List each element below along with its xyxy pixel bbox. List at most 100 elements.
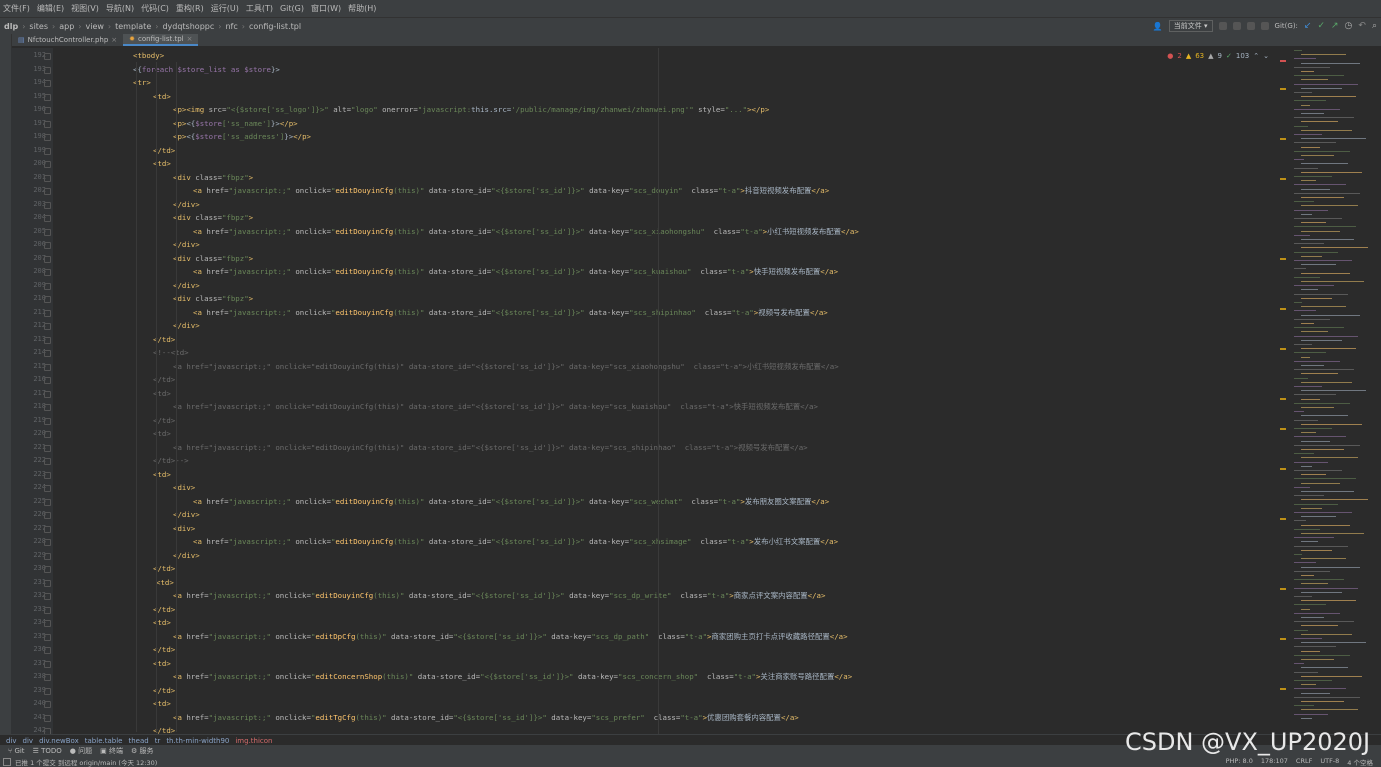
line-number[interactable]: 195 [22,90,46,104]
fold-marker-icon[interactable] [44,134,51,141]
code-line[interactable]: <a href="javascript:;" onclick="editDouy… [193,184,829,198]
code-line[interactable]: <div class="fbpz"> [173,171,253,185]
line-number[interactable]: 212 [22,319,46,333]
coverage-icon[interactable] [1246,22,1255,30]
code-line[interactable]: <a href="javascript:;" onclick="editDouy… [173,360,839,374]
line-number[interactable]: 235 [22,630,46,644]
code-line[interactable]: <div class="fbpz"> [173,292,253,306]
code-line[interactable]: </div> [173,549,200,563]
fold-marker-icon[interactable] [44,390,51,398]
line-number[interactable]: 229 [22,549,46,563]
code-line[interactable]: </div> [173,198,200,212]
menu-item[interactable]: 运行(U) [211,3,239,14]
code-line[interactable]: <a href="javascript:;" onclick="editDouy… [193,535,838,549]
element-path-item[interactable]: thead [128,737,148,745]
fold-marker-icon[interactable] [44,714,51,722]
element-path-item[interactable]: table.table [85,737,123,745]
element-path-item[interactable]: div [23,737,34,745]
line-number[interactable]: 209 [22,279,46,293]
breadcrumb-item[interactable]: nfc [225,22,237,31]
fold-marker-icon[interactable] [44,242,51,249]
fold-marker-icon[interactable] [44,647,51,654]
code-line[interactable]: <a href="javascript:;" onclick="editDouy… [193,265,838,279]
code-line[interactable]: <p><img src="<{$store['ss_logo']}>" alt=… [173,103,769,117]
stripe-marker[interactable] [1280,60,1286,62]
stripe-marker[interactable] [1280,688,1286,690]
code-line[interactable]: <td> [156,576,174,590]
stripe-marker[interactable] [1280,348,1286,350]
fold-marker-icon[interactable] [44,336,51,344]
breadcrumb-item[interactable]: app [59,22,74,31]
fold-marker-icon[interactable] [44,215,51,222]
code-line[interactable]: <a href="javascript:;" onclick="editDouy… [193,225,859,239]
breadcrumb-item[interactable]: config-list.tpl [249,22,301,31]
code-line[interactable]: <a href="javascript:;" onclick="editDpCf… [173,630,848,644]
fold-marker-icon[interactable] [44,269,51,276]
code-line[interactable]: <p><{$store['ss_name']}></p> [173,117,298,131]
line-number[interactable]: 240 [22,697,46,711]
line-number[interactable]: 227 [22,522,46,536]
fold-marker-icon[interactable] [44,377,51,384]
fold-marker-icon[interactable] [44,296,51,303]
debug-icon[interactable] [1232,22,1241,30]
line-number[interactable]: 213 [22,333,46,347]
code-line[interactable]: <a href="javascript:;" onclick="editDouy… [173,400,818,414]
git-commit-icon[interactable]: ✓ [1317,21,1325,31]
caret-position[interactable]: 178:107 [1261,757,1288,767]
fold-marker-icon[interactable] [44,566,51,573]
breadcrumb-item[interactable]: dlp [4,22,18,31]
fold-marker-icon[interactable] [44,579,51,587]
fold-marker-icon[interactable] [44,228,51,236]
menu-item[interactable]: 工具(T) [246,3,273,14]
code-line[interactable]: <a href="javascript:;" onclick="editTgCf… [173,711,799,725]
line-number[interactable]: 217 [22,387,46,401]
fold-marker-icon[interactable] [44,620,51,627]
line-number[interactable]: 215 [22,360,46,374]
stripe-marker[interactable] [1280,398,1286,400]
line-number[interactable]: 197 [22,117,46,131]
menu-item[interactable]: 帮助(H) [348,3,376,14]
element-path-item[interactable]: tr [155,737,161,745]
fold-marker-icon[interactable] [44,674,51,681]
line-number[interactable]: 214 [22,346,46,360]
code-line[interactable]: <div class="fbpz"> [173,211,253,225]
user-icon[interactable]: 👤 [1153,22,1163,31]
stripe-marker[interactable] [1280,308,1286,310]
chevron-down-icon[interactable]: ⌄ [1263,52,1269,60]
fold-marker-icon[interactable] [44,701,51,708]
element-path-item[interactable]: th.th-min-width90 [166,737,229,745]
line-number[interactable]: 234 [22,616,46,630]
menu-item[interactable]: 文件(F) [3,3,30,14]
code-editor[interactable]: <tbody> <{foreach $store_list as $store}>… [53,48,1280,734]
fold-marker-icon[interactable] [44,512,51,519]
line-number[interactable]: 216 [22,373,46,387]
stripe-marker[interactable] [1280,588,1286,590]
fold-marker-icon[interactable] [44,593,51,600]
fold-marker-icon[interactable] [44,309,51,317]
fold-marker-icon[interactable] [44,552,51,560]
search-icon[interactable]: ⌕ [1372,21,1377,31]
run-icon[interactable] [1218,22,1227,30]
menu-item[interactable]: 编辑(E) [37,3,64,14]
code-line[interactable]: <a href="javascript:;" onclick="editDouy… [193,495,829,509]
fold-marker-icon[interactable] [44,687,51,695]
fold-marker-icon[interactable] [44,525,51,533]
fold-marker-icon[interactable] [44,539,51,546]
fold-marker-icon[interactable] [44,188,51,195]
line-number[interactable]: 241 [22,711,46,725]
line-number[interactable]: 222 [22,454,46,468]
fold-marker-icon[interactable] [44,282,51,290]
fold-marker-icon[interactable] [44,458,51,465]
breadcrumb-item[interactable]: view [86,22,104,31]
rollback-icon[interactable]: ↶ [1358,21,1366,31]
fold-marker-icon[interactable] [44,444,51,452]
fold-marker-icon[interactable] [44,633,51,641]
code-line[interactable]: <!--<td> [153,346,189,360]
fold-marker-icon[interactable] [44,363,51,371]
line-number[interactable]: 228 [22,535,46,549]
stripe-marker[interactable] [1280,88,1286,90]
fold-marker-icon[interactable] [44,174,51,182]
tool-window-button[interactable]: ▣ 终端 [100,746,123,756]
line-number[interactable]: 198 [22,130,46,144]
line-number[interactable]: 239 [22,684,46,698]
